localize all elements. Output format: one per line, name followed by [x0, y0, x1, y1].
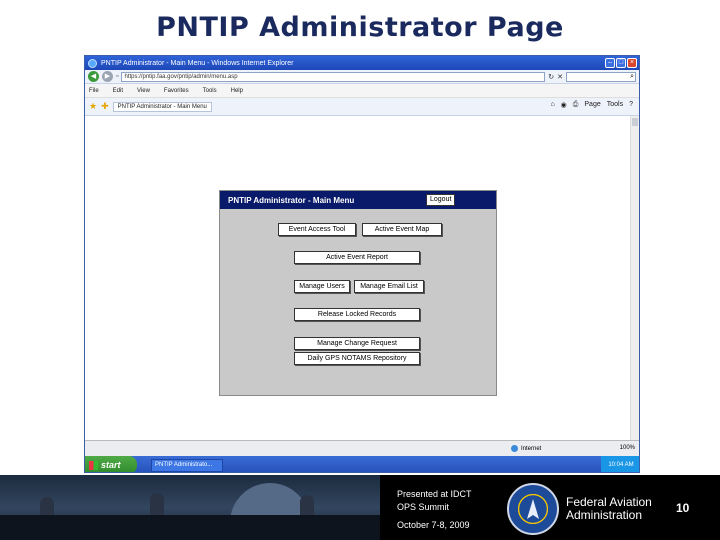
start-button[interactable]: start — [85, 456, 137, 472]
panel-title: PNTIP Administrator - Main Menu — [228, 195, 355, 205]
window-controls: – □ × — [605, 58, 637, 68]
close-icon[interactable]: × — [627, 58, 637, 68]
start-label: start — [101, 460, 121, 470]
scroll-up-icon[interactable] — [632, 118, 638, 126]
forward-arrow-icon[interactable]: ▶ — [102, 71, 113, 82]
panel-header: PNTIP Administrator - Main Menu Logout — [220, 191, 496, 209]
event-date: October 7-8, 2009 — [397, 520, 470, 530]
menu-edit[interactable]: Edit — [113, 88, 123, 94]
control-tower-photo — [0, 475, 380, 540]
menu-file[interactable]: File — [89, 88, 99, 94]
release-locked-records-button[interactable]: Release Locked Records — [294, 308, 420, 321]
ie-icon — [88, 58, 97, 68]
window-title: PNTIP Administrator - Main Menu - Window… — [101, 59, 294, 67]
admin-main-menu-panel: PNTIP Administrator - Main Menu Logout E… — [219, 190, 497, 396]
windows-taskbar: start PNTIP Administrato... 10:04 AM — [85, 456, 639, 472]
manage-change-request-button[interactable]: Manage Change Request — [294, 337, 420, 350]
photo-console — [0, 515, 380, 540]
security-zone: Internet — [511, 445, 541, 452]
add-favorite-icon[interactable]: ✚ — [101, 101, 109, 112]
seal-emblem — [527, 499, 539, 519]
print-icon[interactable]: ⎙ — [573, 101, 579, 109]
page-icon: ▫ — [116, 73, 119, 80]
faa-wordmark: Federal Aviation Administration — [566, 496, 652, 522]
zoom-level[interactable]: 100% — [620, 445, 635, 451]
taskbar-item-pntip[interactable]: PNTIP Administrato... — [151, 458, 223, 472]
page-number: 10 — [676, 501, 690, 515]
refresh-icon[interactable]: ↻ — [548, 73, 554, 81]
favorites-star-icon[interactable]: ★ — [89, 101, 97, 112]
photo-person — [150, 493, 164, 515]
menu-view[interactable]: View — [137, 88, 150, 94]
system-tray-clock: 10:04 AM — [601, 456, 639, 472]
favorites-bar: ★ ✚ PNTIP Administrator - Main Menu ⌂ ◉ … — [85, 98, 639, 116]
url-input[interactable]: https://pntip.faa.gov/pntip/admin/menu.a… — [121, 71, 546, 82]
event-access-tool-button[interactable]: Event Access Tool — [278, 223, 356, 236]
search-icon[interactable]: ⌕ — [630, 73, 634, 81]
active-event-map-button[interactable]: Active Event Map — [362, 223, 442, 236]
zone-label: Internet — [521, 445, 542, 452]
manage-email-list-button[interactable]: Manage Email List — [354, 280, 424, 293]
menu-favorites[interactable]: Favorites — [164, 88, 189, 94]
faa-line2: Administration — [566, 508, 643, 522]
faa-seal-icon — [507, 483, 559, 535]
status-bar: Internet 100% — [85, 440, 639, 456]
page-content: PNTIP Administrator - Main Menu Logout E… — [85, 116, 639, 454]
presented-at-line2: OPS Summit — [397, 502, 450, 512]
command-bar: ⌂ ◉ ⎙ Page Tools ? — [550, 101, 633, 109]
windows-logo-icon — [89, 460, 98, 470]
window-titlebar[interactable]: PNTIP Administrator - Main Menu - Window… — [85, 56, 639, 70]
page-menu[interactable]: Page — [584, 101, 600, 109]
browser-tab[interactable]: PNTIP Administrator - Main Menu — [112, 101, 212, 112]
home-icon[interactable]: ⌂ — [550, 101, 554, 109]
feeds-icon[interactable]: ◉ — [561, 101, 567, 109]
photo-person — [300, 495, 314, 517]
stop-icon[interactable]: ✕ — [557, 73, 563, 81]
minimize-icon[interactable]: – — [605, 58, 615, 68]
active-event-report-button[interactable]: Active Event Report — [294, 251, 420, 264]
search-input[interactable]: ⌕ — [566, 71, 636, 82]
daily-repository-button[interactable]: Daily GPS NOTAMS Repository — [294, 352, 420, 365]
slide-title: PNTIP Administrator Page — [156, 12, 564, 43]
vertical-scrollbar[interactable] — [630, 116, 639, 454]
help-icon[interactable]: ? — [629, 101, 633, 109]
address-bar: ◀ ▶ ▫ https://pntip.faa.gov/pntip/admin/… — [85, 70, 639, 84]
menu-bar: File Edit View Favorites Tools Help — [85, 84, 639, 98]
logout-button[interactable]: Logout — [426, 194, 456, 206]
browser-window: PNTIP Administrator - Main Menu - Window… — [84, 55, 640, 473]
back-arrow-icon[interactable]: ◀ — [88, 71, 99, 82]
manage-users-button[interactable]: Manage Users — [294, 280, 350, 293]
menu-tools[interactable]: Tools — [203, 88, 217, 94]
menu-help[interactable]: Help — [231, 88, 243, 94]
maximize-icon[interactable]: □ — [616, 58, 626, 68]
tools-menu[interactable]: Tools — [607, 101, 623, 109]
globe-icon — [511, 445, 518, 452]
presented-at-line1: Presented at IDCT — [397, 489, 472, 499]
